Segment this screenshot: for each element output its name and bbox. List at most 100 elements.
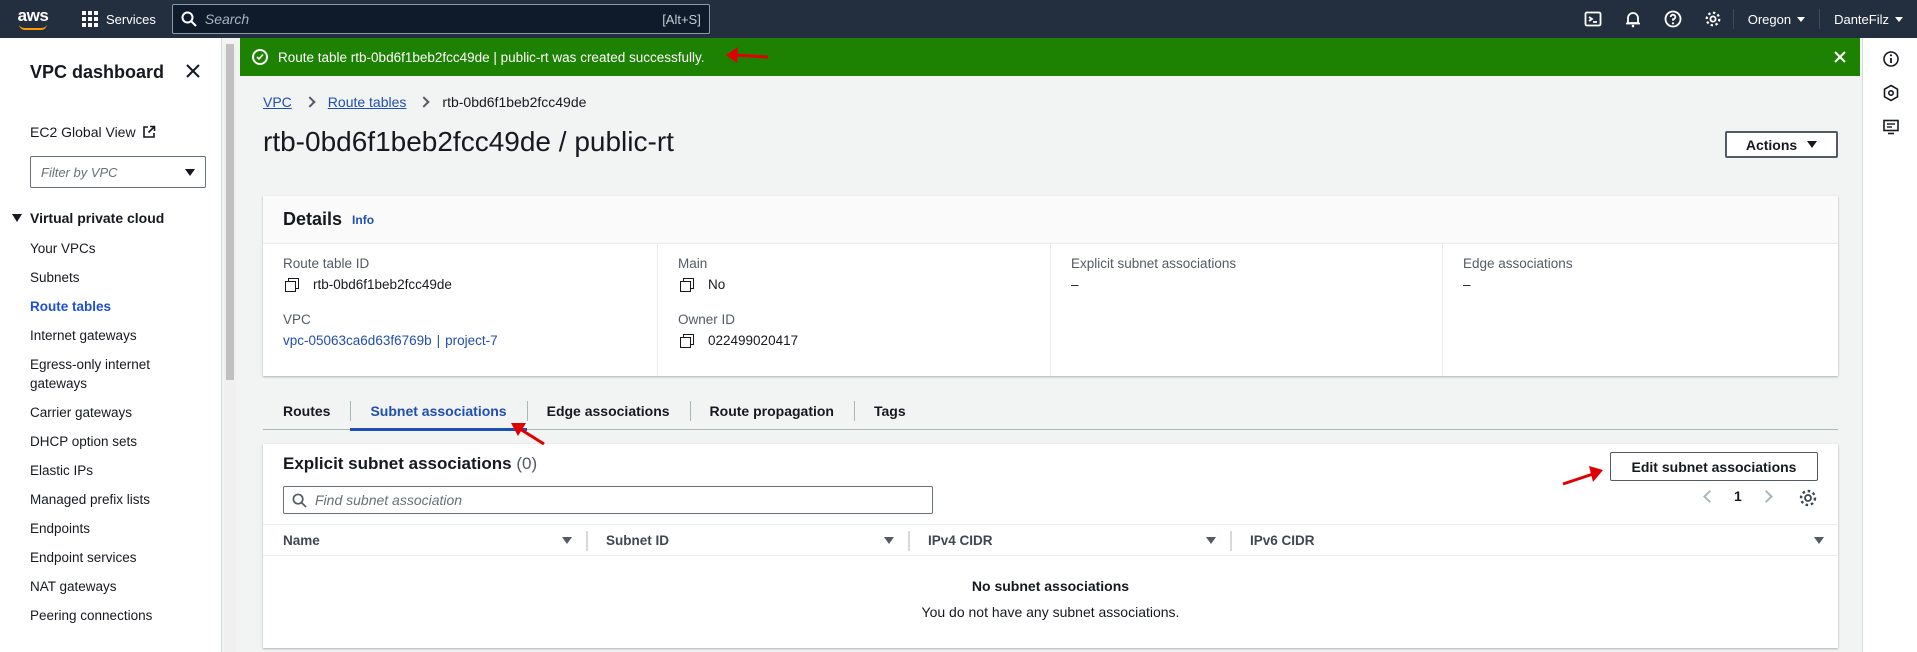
tutorial-icon[interactable] — [1882, 118, 1900, 136]
tab-edge-associations[interactable]: Edge associations — [526, 392, 690, 429]
sidebar-scrollbar[interactable] — [224, 44, 236, 652]
find-subnet-association-input[interactable]: Find subnet association — [283, 486, 933, 514]
edit-subnet-associations-button[interactable]: Edit subnet associations — [1610, 452, 1818, 481]
page-title: rtb-0bd6f1beb2fcc49de / public-rt — [263, 126, 674, 157]
filter-by-vpc-placeholder: Filter by VPC — [41, 164, 118, 180]
sidebar-item-carrier-gateways[interactable]: Carrier gateways — [30, 398, 210, 427]
feedback-hexagon-icon[interactable] — [1882, 84, 1900, 102]
external-link-icon — [142, 125, 155, 138]
search-placeholder: Search — [204, 11, 250, 27]
sidebar-item-your-vpcs[interactable]: Your VPCs — [30, 234, 210, 263]
column-header-ipv6-cidr[interactable]: IPv6 CIDR — [1230, 525, 1838, 555]
sidebar-item-managed-prefix-lists[interactable]: Managed prefix lists — [30, 485, 210, 514]
owner-id-label: Owner ID — [678, 312, 736, 327]
main-value: No — [708, 277, 726, 292]
pagination: 1 — [1703, 488, 1773, 504]
column-header-subnet-id[interactable]: Subnet ID — [586, 525, 908, 555]
breadcrumb-route-tables-link[interactable]: Route tables — [328, 94, 407, 110]
route-table-id-value-row: rtb-0bd6f1beb2fcc49de — [283, 277, 657, 292]
main-value-row: No — [678, 277, 1050, 292]
search-icon — [292, 493, 307, 508]
close-sidebar-icon[interactable] — [183, 61, 203, 81]
empty-state-title: No subnet associations — [971, 578, 1130, 594]
annotation-arrow-edit-button — [1562, 466, 1603, 486]
info-icon[interactable] — [1882, 50, 1900, 68]
tab-tags[interactable]: Tags — [853, 392, 926, 429]
edge-associations-label: Edge associations — [1463, 256, 1573, 271]
column-header-ipv4-cidr-label: IPv4 CIDR — [928, 532, 993, 548]
ec2-global-view-link[interactable]: EC2 Global View — [30, 124, 156, 140]
tab-routes[interactable]: Routes — [263, 392, 350, 429]
chevron-right-icon — [304, 96, 316, 108]
scrollbar-thumb[interactable] — [226, 44, 234, 380]
vpc-name-link[interactable]: project-7 — [445, 333, 498, 348]
chevron-left-icon[interactable] — [1703, 489, 1716, 503]
breadcrumb: VPC Route tables rtb-0bd6f1beb2fcc49de — [263, 94, 586, 110]
vpc-separator: | — [436, 333, 441, 348]
subnet-associations-title: Explicit subnet associations — [283, 454, 512, 473]
sidebar-item-elastic-ips[interactable]: Elastic IPs — [30, 456, 210, 485]
annotation-arrow-banner — [726, 47, 769, 63]
account-menu[interactable]: DanteFilz — [1820, 0, 1917, 38]
details-column-1: Route table ID rtb-0bd6f1beb2fcc49de VPC… — [263, 244, 657, 376]
tab-subnet-associations[interactable]: Subnet associations — [350, 392, 527, 431]
column-header-name[interactable]: Name — [263, 525, 586, 555]
region-selector[interactable]: Oregon — [1734, 0, 1819, 38]
notifications-bell-icon[interactable] — [1613, 0, 1653, 38]
vpc-value-row: vpc-05063ca6d63f6769b | project-7 — [283, 333, 657, 348]
vpc-id-link[interactable]: vpc-05063ca6d63f6769b — [283, 333, 432, 348]
copy-icon[interactable] — [680, 277, 694, 292]
actions-dropdown-button[interactable]: Actions — [1725, 131, 1838, 158]
info-link[interactable]: Info — [352, 213, 374, 227]
sidebar-section-virtual-private-cloud[interactable]: Virtual private cloud — [12, 210, 164, 226]
filter-by-vpc-select[interactable]: Filter by VPC — [30, 156, 206, 188]
search-shortcut: [Alt+S] — [662, 11, 701, 27]
column-header-ipv4-cidr[interactable]: IPv4 CIDR — [908, 525, 1230, 555]
chevron-down-icon — [1895, 16, 1903, 22]
sidebar-item-nat-gateways[interactable]: NAT gateways — [30, 572, 210, 601]
chevron-down-icon — [1797, 16, 1806, 22]
breadcrumb-vpc-link[interactable]: VPC — [263, 94, 292, 110]
aws-logo-text: aws — [17, 5, 49, 25]
actions-label: Actions — [1745, 136, 1798, 153]
details-column-2: Main No Owner ID 022499020417 — [657, 244, 1050, 376]
aws-logo[interactable]: aws — [8, 0, 58, 38]
left-sidebar: VPC dashboard EC2 Global View Filter by … — [0, 38, 222, 652]
owner-id-value: 022499020417 — [708, 333, 799, 348]
sort-caret-icon — [1814, 537, 1824, 544]
explicit-subnet-associations-label: Explicit subnet associations — [1071, 256, 1237, 271]
tabs: Routes Subnet associations Edge associat… — [263, 392, 1838, 431]
sidebar-item-endpoint-services[interactable]: Endpoint services — [30, 543, 210, 572]
sidebar-item-route-tables[interactable]: Route tables — [30, 292, 210, 321]
sidebar-item-dhcp-option-sets[interactable]: DHCP option sets — [30, 427, 210, 456]
copy-icon[interactable] — [285, 277, 299, 292]
details-header: Details Info — [263, 196, 1838, 244]
tab-route-propagation[interactable]: Route propagation — [689, 392, 854, 429]
sidebar-title[interactable]: VPC dashboard — [30, 62, 164, 83]
settings-gear-icon[interactable] — [1693, 0, 1733, 38]
sidebar-item-endpoints[interactable]: Endpoints — [30, 514, 210, 543]
sidebar-item-subnets[interactable]: Subnets — [30, 263, 210, 292]
sidebar-item-peering-connections[interactable]: Peering connections — [30, 601, 210, 630]
copy-icon[interactable] — [680, 333, 694, 348]
explicit-subnet-associations-value: – — [1071, 277, 1079, 292]
sort-caret-icon — [1206, 537, 1216, 544]
table-preferences-gear-icon[interactable] — [1798, 488, 1818, 508]
right-tools-rail — [1862, 38, 1917, 652]
sidebar-item-egress-only-internet-gateways[interactable]: Egress-only internet gateways — [30, 350, 210, 398]
empty-state-description: You do not have any subnet associations. — [921, 604, 1180, 620]
search-input[interactable]: Search [Alt+S] — [171, 4, 710, 34]
cloudshell-icon[interactable] — [1573, 0, 1613, 38]
sort-caret-icon — [562, 537, 572, 544]
current-page-number[interactable]: 1 — [1734, 488, 1742, 504]
help-icon[interactable] — [1653, 0, 1693, 38]
chevron-right-icon[interactable] — [1759, 489, 1773, 503]
column-header-name-label: Name — [283, 532, 320, 548]
details-column-3: Explicit subnet associations – — [1050, 244, 1442, 376]
sidebar-item-internet-gateways[interactable]: Internet gateways — [30, 321, 210, 350]
services-menu-button[interactable]: Services — [82, 11, 156, 27]
column-header-ipv6-cidr-label: IPv6 CIDR — [1250, 532, 1315, 548]
vpc-label: VPC — [283, 312, 311, 327]
close-icon[interactable] — [1832, 49, 1848, 65]
route-table-id-value: rtb-0bd6f1beb2fcc49de — [313, 277, 452, 292]
